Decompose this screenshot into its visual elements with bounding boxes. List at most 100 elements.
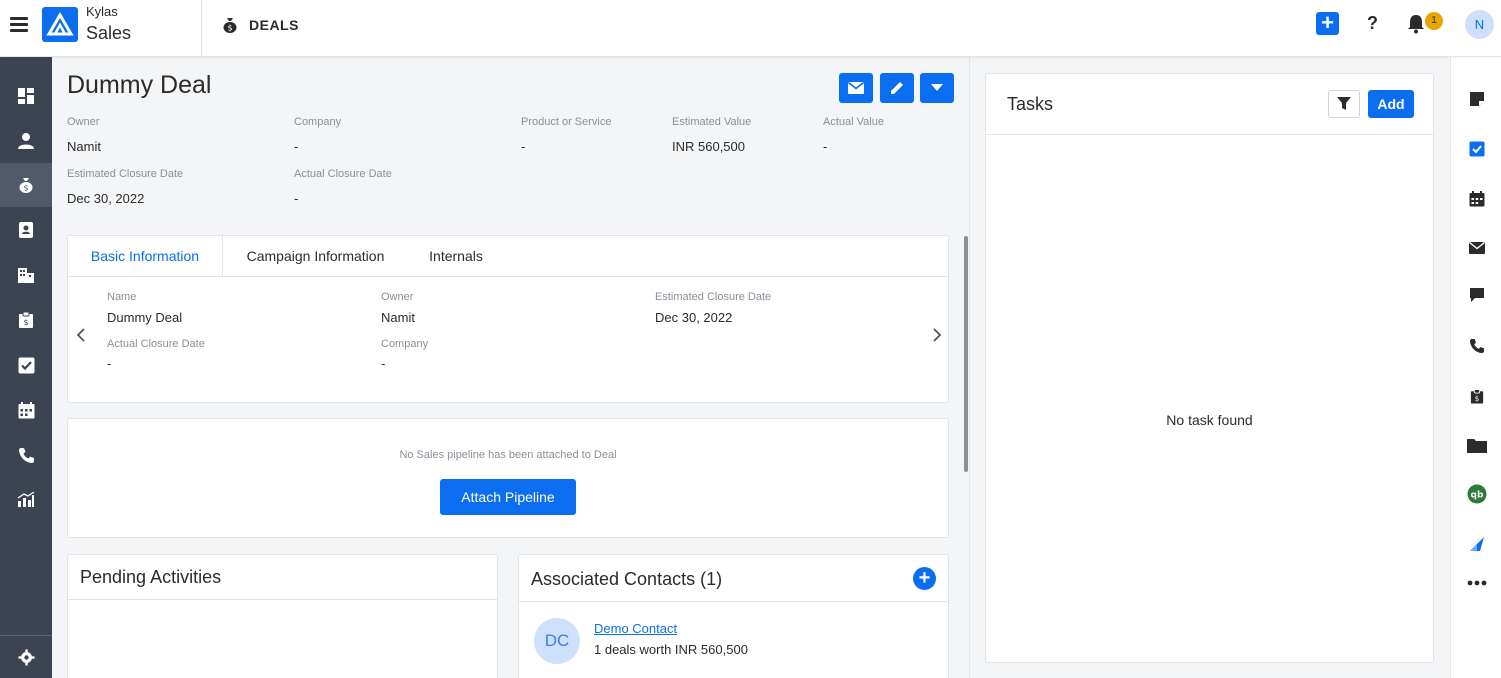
- tab-internals[interactable]: Internals: [408, 236, 504, 276]
- estimated-closure-label: Estimated Closure Date: [67, 168, 184, 180]
- notification-badge: 1: [1425, 12, 1443, 30]
- notification-bell-icon[interactable]: [1407, 14, 1425, 39]
- app-marketplace-icon[interactable]: [1451, 529, 1501, 559]
- owner-value: Namit: [67, 139, 101, 154]
- panel-divider: [969, 57, 970, 678]
- dashboard-icon[interactable]: [0, 74, 52, 118]
- email-icon: [848, 82, 864, 94]
- folder-icon[interactable]: [1451, 430, 1501, 460]
- chevron-left-icon[interactable]: [76, 326, 86, 347]
- pipeline-empty-text: No Sales pipeline has been attached to D…: [399, 449, 617, 461]
- estimated-closure-value: Dec 30, 2022: [67, 191, 145, 206]
- basic-company-label: Company: [381, 338, 429, 350]
- tasks-title: Tasks: [1007, 94, 1054, 114]
- contact-name-link[interactable]: Demo Contact: [594, 621, 677, 636]
- basic-est-closure-value: Dec 30, 2022: [655, 310, 733, 325]
- add-task-button[interactable]: Add: [1368, 90, 1414, 118]
- basic-actual-closure-value: -: [107, 356, 112, 371]
- basic-owner-label: Owner: [381, 291, 414, 303]
- tab-basic-information[interactable]: Basic Information: [68, 236, 223, 276]
- attach-pipeline-button[interactable]: Attach Pipeline: [440, 479, 576, 515]
- right-rail: $ qb: [1450, 57, 1501, 678]
- basic-est-closure-label: Estimated Closure Date: [655, 291, 772, 303]
- hamburger-menu-icon[interactable]: [10, 17, 28, 33]
- add-contact-button[interactable]: +: [913, 567, 936, 590]
- user-icon[interactable]: [0, 119, 52, 163]
- deal-moneybag-icon: $: [221, 16, 239, 39]
- svg-text:$: $: [1474, 394, 1478, 402]
- calendar-icon[interactable]: [0, 388, 52, 432]
- associated-contacts-title: Associated Contacts (1): [531, 569, 723, 589]
- pencil-icon: [891, 82, 903, 94]
- kylas-logo-icon[interactable]: [42, 7, 78, 42]
- edit-button[interactable]: [880, 73, 914, 103]
- basic-owner-value: Namit: [381, 310, 415, 325]
- product-label: Product or Service: [521, 116, 612, 128]
- task-check-icon[interactable]: [0, 343, 52, 387]
- quote-clipboard-icon[interactable]: $: [0, 298, 52, 342]
- topbar-divider: [201, 0, 202, 56]
- note-icon[interactable]: [1451, 84, 1501, 114]
- pending-divider: [68, 599, 497, 600]
- more-actions-dropdown[interactable]: [920, 73, 954, 103]
- reports-chart-icon[interactable]: [0, 478, 52, 522]
- scrollbar[interactable]: [964, 236, 968, 472]
- svg-text:$: $: [23, 184, 28, 193]
- actual-value-value: -: [823, 139, 828, 154]
- filter-button[interactable]: [1328, 90, 1360, 118]
- email-button[interactable]: [839, 73, 873, 103]
- actual-closure-value: -: [294, 191, 299, 206]
- tasks-panel: Tasks Add No task found: [985, 73, 1434, 663]
- caret-down-icon: [931, 84, 943, 91]
- svg-text:$: $: [23, 318, 28, 327]
- company-value: -: [294, 139, 299, 154]
- pipeline-card: No Sales pipeline has been attached to D…: [67, 418, 949, 538]
- quote-clipboard-icon[interactable]: $: [1451, 381, 1501, 411]
- basic-name-label: Name: [107, 291, 137, 303]
- no-task-text: No task found: [1166, 412, 1253, 428]
- pending-activities-card: Pending Activities: [67, 554, 498, 678]
- actual-closure-label: Actual Closure Date: [294, 168, 392, 180]
- more-icon[interactable]: [1451, 568, 1501, 598]
- email-icon[interactable]: [1451, 233, 1501, 263]
- deal-moneybag-icon[interactable]: $: [0, 163, 52, 207]
- quickbooks-icon[interactable]: qb: [1451, 479, 1501, 509]
- contact-card-icon[interactable]: [0, 208, 52, 252]
- company-building-icon[interactable]: [0, 253, 52, 297]
- associated-contacts-card: Associated Contacts (1) + DC Demo Contac…: [518, 554, 949, 678]
- details-tabs-card: Basic Information Campaign Information I…: [67, 235, 949, 403]
- estimated-value-label: Estimated Value: [672, 116, 752, 128]
- tasks-divider: [986, 134, 1433, 135]
- actual-value-label: Actual Value: [823, 116, 884, 128]
- deal-title: Dummy Deal: [67, 71, 212, 99]
- top-bar: Kylas Sales $ DEALS + ? 1 N: [0, 0, 1501, 57]
- user-avatar[interactable]: N: [1465, 10, 1494, 39]
- list-item: DC Demo Contact 1 deals worth INR 560,50…: [519, 601, 948, 678]
- tab-strip-divider: [68, 276, 948, 277]
- company-label: Company: [294, 116, 342, 128]
- phone-icon[interactable]: [1451, 331, 1501, 361]
- filter-icon: [1337, 97, 1351, 110]
- svg-text:qb: qb: [1470, 491, 1483, 501]
- brand-name: Kylas: [86, 4, 118, 19]
- calendar-icon[interactable]: [1451, 184, 1501, 214]
- product-value: -: [521, 139, 526, 154]
- basic-name-value: Dummy Deal: [107, 310, 183, 325]
- settings-gear-icon[interactable]: [0, 635, 52, 678]
- brand-product: Sales: [86, 23, 132, 43]
- pending-activities-title: Pending Activities: [80, 567, 222, 587]
- module-title: DEALS: [249, 17, 299, 33]
- tab-campaign-information[interactable]: Campaign Information: [223, 236, 408, 276]
- quick-add-button[interactable]: +: [1316, 12, 1339, 35]
- left-sidebar: $ $: [0, 57, 52, 678]
- chevron-right-icon[interactable]: [932, 326, 942, 347]
- help-icon[interactable]: ?: [1367, 13, 1378, 34]
- avatar: DC: [534, 618, 580, 664]
- chat-icon[interactable]: [1451, 280, 1501, 310]
- svg-text:$: $: [227, 24, 232, 33]
- phone-icon[interactable]: [0, 433, 52, 477]
- estimated-value-value: INR 560,500: [672, 139, 745, 154]
- basic-company-value: -: [381, 356, 386, 371]
- task-check-icon[interactable]: [1451, 134, 1501, 164]
- basic-actual-closure-label: Actual Closure Date: [107, 338, 205, 350]
